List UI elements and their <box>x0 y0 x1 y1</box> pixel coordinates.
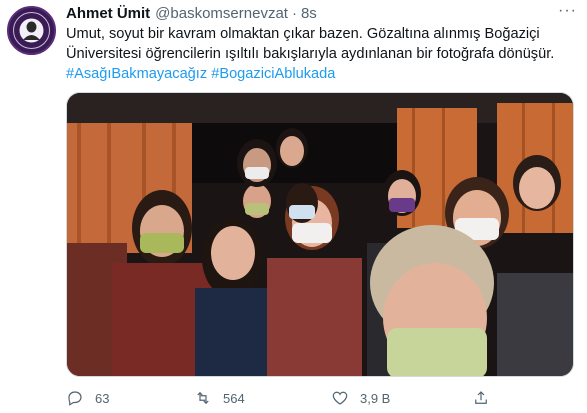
tweet-header: Ahmet Ümit @baskomsernevzat · 8s <box>66 5 317 23</box>
like-button[interactable]: 3,9 B <box>331 388 390 408</box>
retweet-button[interactable]: 564 <box>194 388 245 408</box>
tweet[interactable]: Ahmet Ümit @baskomsernevzat · 8s ··· Umu… <box>0 0 587 413</box>
action-bar: 63 564 3,9 B <box>66 388 506 408</box>
tweet-text: Umut, soyut bir kavram olmaktan çıkar ba… <box>66 24 574 84</box>
retweet-arrows-icon <box>197 391 209 405</box>
share-upload-icon <box>475 391 487 404</box>
tweet-photo[interactable] <box>66 92 574 377</box>
heart-icon <box>332 391 348 405</box>
hashtag-link[interactable]: #AsağıBakmayacağız <box>66 66 207 82</box>
retweet-count: 564 <box>223 390 245 406</box>
separator-dot: · <box>291 5 297 22</box>
reply-button[interactable]: 63 <box>66 388 109 408</box>
tweet-time[interactable]: 8s <box>301 5 317 22</box>
author-name[interactable]: Ahmet Ümit <box>66 5 150 22</box>
reply-bubble-icon <box>68 391 82 406</box>
like-count: 3,9 B <box>360 390 391 406</box>
author-handle[interactable]: @baskomsernevzat <box>155 5 288 22</box>
hashtag-link[interactable]: #BogaziciAblukada <box>211 66 335 82</box>
reply-count: 63 <box>95 390 110 406</box>
tweet-body: Umut, soyut bir kavram olmaktan çıkar ba… <box>66 26 555 62</box>
avatar[interactable] <box>7 6 56 55</box>
hashtag-list: #AsağıBakmayacağız #BogaziciAblukada <box>66 66 335 82</box>
share-button[interactable] <box>472 388 490 408</box>
more-dots-icon[interactable]: ··· <box>558 2 577 20</box>
more-label: ··· <box>558 2 577 19</box>
